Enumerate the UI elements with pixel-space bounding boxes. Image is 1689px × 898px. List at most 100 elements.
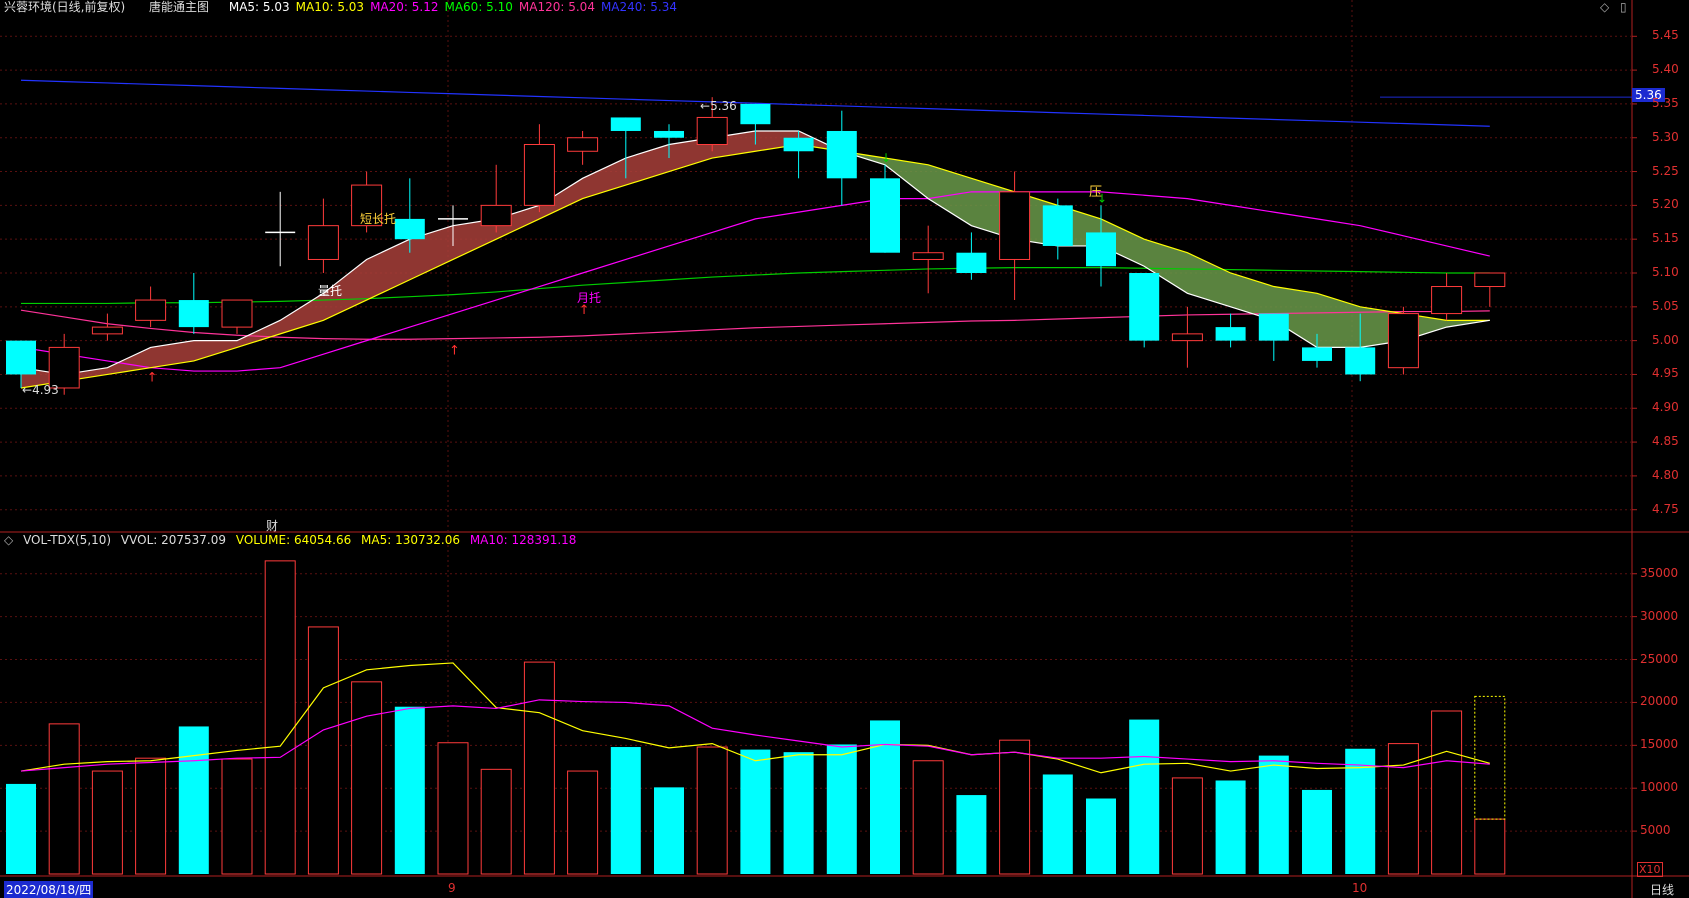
volume-bar: [912, 760, 944, 875]
rising-band: [21, 130, 842, 388]
candle-body: [826, 130, 857, 179]
volume-bar: [351, 681, 383, 875]
candle-body: [610, 117, 641, 131]
high-price-annotation: ←5.36: [700, 99, 737, 113]
volume-bar: [1215, 780, 1246, 874]
volume-bar: [956, 795, 987, 874]
volume-bar: [1086, 798, 1116, 874]
stock-title[interactable]: 兴蓉环境(日线,前复权): [4, 0, 125, 14]
volume-bar: [1171, 777, 1203, 875]
ma-legend-item: MA120: 5.04: [518, 0, 595, 14]
candle-body: [696, 116, 728, 145]
volume-value: VOLUME: 64054.66: [235, 533, 352, 547]
volume-bar: [610, 747, 641, 874]
price-tick-label: 5.15: [1652, 231, 1679, 246]
pressure-annotation: 压: [1089, 185, 1103, 200]
candle-body: [870, 178, 900, 253]
candle-body: [523, 144, 555, 206]
volume-tick-label: 25000: [1640, 651, 1679, 666]
volume-bar: [567, 770, 599, 875]
price-tick-label: 4.95: [1652, 366, 1679, 381]
candle-body: [1431, 286, 1463, 315]
vol-indicator-name[interactable]: VOL-TDX(5,10): [23, 533, 111, 547]
vvol-value: VVOL: 207537.09: [120, 533, 227, 547]
ma-legend: MA5: 5.03 MA10: 5.03 MA20: 5.12 MA60: 5.10 M…: [229, 0, 683, 14]
candle-body: [178, 300, 209, 328]
volume-bar: [221, 758, 253, 875]
candle-body: [1345, 347, 1376, 375]
buy-arrow-icon: ↑: [147, 371, 158, 386]
volume-tick-label: 5000: [1640, 823, 1671, 838]
volume-unit-label: X10: [1637, 862, 1663, 877]
price-tick-label: 4.85: [1652, 434, 1679, 449]
candle-body: [48, 346, 80, 389]
candle-body: [135, 299, 167, 321]
volume-bar: [480, 768, 512, 875]
candle-body: [1387, 313, 1419, 369]
price-tick-label: 5.35: [1652, 95, 1679, 110]
window-icon[interactable]: ▯: [1620, 0, 1627, 14]
period-tab-daily[interactable]: 日线: [1650, 881, 1674, 898]
price-tick-label: 5.05: [1652, 298, 1679, 313]
indicator-name[interactable]: 唐能通主图: [149, 0, 209, 14]
candle-body: [1215, 327, 1246, 341]
price-tick-label: 4.90: [1652, 400, 1679, 415]
volume-bar: [91, 770, 123, 875]
candle-body: [307, 225, 339, 260]
volume-bar: [654, 787, 684, 874]
month-9-label: 9: [448, 881, 456, 895]
volume-bar: [1129, 719, 1160, 874]
volume-tick-label: 30000: [1640, 608, 1679, 623]
volume-bar: [307, 626, 339, 875]
price-tick-label: 4.75: [1652, 501, 1679, 516]
price-tick-label: 5.10: [1652, 265, 1679, 279]
volume-tick-label: 35000: [1640, 565, 1679, 580]
price-tick-label: 5.30: [1652, 129, 1679, 144]
price-tick-label: 5.25: [1652, 163, 1679, 178]
vol-ma10-value: MA10: 128391.18: [469, 533, 577, 547]
chart-stage[interactable]: ↑ ↑ ↑ ↓ ↓ 兴蓉环境(日线,前复权) 唐能通主图 MA5: 5.03 MA10: …: [0, 0, 1689, 898]
candle-body: [567, 137, 599, 152]
candle-body: [999, 191, 1031, 260]
candle-body: [654, 130, 684, 138]
financial-report-marker[interactable]: 财: [266, 517, 278, 534]
volume-tick-label: 15000: [1640, 737, 1679, 752]
volume-header-icon[interactable]: ◇: [4, 533, 13, 547]
volume-bar: [178, 726, 209, 874]
volume-tick-label: 20000: [1640, 694, 1679, 709]
volume-bar: [394, 706, 425, 874]
volume-header: ◇ VOL-TDX(5,10) VVOL: 207537.09 VOLUME: …: [4, 533, 582, 547]
date-label: 2022/08/18/四: [4, 881, 94, 898]
short-long-support-annotation: 短长托: [360, 212, 397, 226]
candle-body: [1171, 333, 1203, 342]
candle-body: [912, 252, 944, 260]
candle-body: [91, 326, 123, 335]
volume-bar: [696, 746, 728, 875]
volume-bar: [48, 723, 80, 875]
volume-bar: [6, 783, 36, 874]
low-price-annotation: ←4.93: [22, 383, 59, 397]
diamond-icon[interactable]: ◇: [1600, 0, 1609, 14]
candle-body: [1042, 205, 1073, 246]
volume-bar: [523, 661, 555, 875]
volume-bar: [1258, 755, 1289, 874]
ma-legend-item: MA60: 5.10: [444, 0, 513, 14]
volume-bar: [783, 752, 814, 874]
chart-canvas[interactable]: ↑↑↑↓↓: [0, 0, 1689, 898]
volume-bar: [740, 749, 771, 874]
volume-bar: [135, 757, 167, 875]
candle-body: [956, 252, 987, 273]
candle-body: [1086, 232, 1116, 267]
ma-legend-item: MA240: 5.34: [600, 0, 677, 14]
price-tick-label: 5.00: [1652, 332, 1679, 347]
ma10-line: [20, 143, 1490, 389]
price-tick-label: 5.45: [1652, 28, 1679, 43]
month-10-label: 10: [1352, 881, 1368, 895]
volume-support-annotation: 量托: [318, 284, 343, 298]
candle-body: [1302, 347, 1332, 361]
sell-arrow-icon: ↓: [881, 151, 891, 165]
candle-body: [394, 218, 425, 240]
volume-tick-label: 10000: [1640, 780, 1679, 795]
candle-body: [1474, 272, 1506, 288]
volume-bar: [1431, 710, 1463, 875]
